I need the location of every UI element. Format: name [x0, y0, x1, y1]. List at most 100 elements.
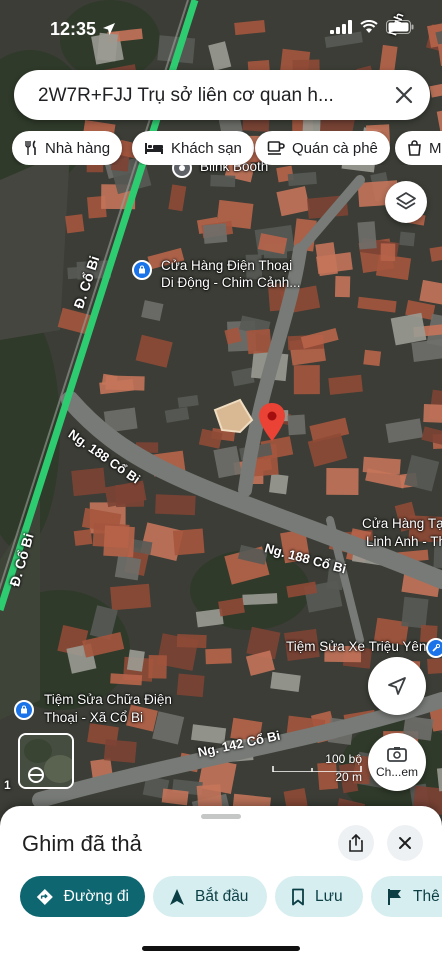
my-location-button[interactable]	[368, 657, 426, 715]
bed-icon	[145, 143, 163, 154]
place-label-linh-anh-2[interactable]: Linh Anh - Thôn	[366, 534, 442, 550]
chip-shopping-label: Mu	[429, 139, 442, 157]
close-icon	[399, 837, 411, 849]
thumbnail-image	[20, 735, 72, 787]
roof-shape	[380, 243, 396, 262]
roof-shape	[110, 673, 143, 686]
place-label-trieu-yen[interactable]: Tiệm Sửa Xe Triệu Yên	[286, 639, 426, 655]
place-label-phone-store-1[interactable]: Cửa Hàng Điện Thoại	[161, 258, 292, 274]
chip-hotels[interactable]: Khách sạn	[132, 131, 254, 165]
sheet-close-button[interactable]	[387, 825, 423, 861]
roof-shape	[155, 494, 196, 516]
search-query[interactable]: 2W7R+FJJ Trụ sở liên cơ quan h...	[38, 85, 368, 107]
roof-shape	[399, 231, 416, 247]
sheet-drag-handle[interactable]	[201, 814, 241, 819]
street-view-label: Ch...em	[375, 765, 418, 779]
directions-button[interactable]: Đường đi	[20, 876, 145, 917]
close-icon[interactable]	[390, 81, 418, 109]
roof-shape	[110, 583, 151, 611]
shopping-bag-icon	[139, 265, 145, 274]
roof-shape	[114, 555, 142, 581]
wifi-icon	[360, 20, 378, 33]
roof-shape	[172, 528, 205, 556]
roof-shape	[357, 221, 377, 250]
roof-shape	[363, 349, 382, 367]
bookmark-icon	[292, 888, 304, 905]
place-label-phone-store-2[interactable]: Di Động - Chim Cảnh...	[161, 275, 301, 291]
category-chips: Nhà hàng Khách sạn Quán cà phê Mu	[12, 131, 442, 165]
search-bar[interactable]: 2W7R+FJJ Trụ sở liên cơ quan h...	[14, 70, 430, 120]
scale-bar: 100 bộ 20 m	[272, 752, 362, 784]
street-view-thumbnail[interactable]	[18, 733, 74, 789]
roof-shape	[73, 529, 93, 546]
chip-hotels-label: Khách sạn	[171, 139, 242, 157]
roof-shape	[423, 404, 442, 424]
layers-icon	[396, 192, 416, 210]
chip-shopping[interactable]: Mu	[395, 131, 442, 165]
trieu-yen-pin[interactable]	[426, 638, 442, 658]
place-label-repair-1[interactable]: Tiệm Sửa Chữa Điện	[44, 692, 172, 708]
battery-icon	[386, 20, 414, 34]
save-label: Lưu	[315, 887, 343, 905]
roof-shape	[65, 214, 85, 234]
shopping-bag-icon	[408, 140, 421, 156]
roof-shape	[103, 525, 135, 558]
layers-button[interactable]	[385, 181, 427, 223]
directions-label: Đường đi	[63, 887, 129, 905]
cellular-signal-icon	[330, 20, 352, 34]
chip-cafes[interactable]: Quán cà phê	[255, 131, 390, 165]
phone-store-pin[interactable]	[132, 260, 152, 280]
roof-shape	[287, 414, 306, 436]
wrench-icon	[432, 643, 441, 652]
share-button[interactable]	[338, 825, 374, 861]
roof-shape	[126, 649, 145, 672]
navigation-arrow-icon	[170, 888, 184, 905]
roof-shape	[176, 673, 205, 698]
roof-shape	[362, 456, 401, 475]
roof-shape	[326, 468, 359, 496]
roof-shape	[176, 633, 207, 649]
roof-shape	[148, 655, 167, 679]
place-label-linh-anh-1[interactable]: Cửa Hàng Tạ	[362, 516, 442, 532]
home-indicator	[142, 946, 300, 951]
status-bar: 12:35	[0, 0, 442, 60]
roof-shape	[101, 373, 118, 387]
dropped-pin-icon[interactable]	[259, 403, 285, 441]
roof-shape	[293, 365, 320, 395]
roof-shape	[195, 608, 224, 628]
fork-knife-icon	[25, 140, 36, 155]
street-view-button[interactable]: Ch...em	[368, 733, 426, 791]
roof-shape	[427, 656, 442, 674]
roof-shape	[390, 312, 427, 346]
repair-shop-pin[interactable]	[14, 700, 34, 720]
status-icons	[330, 20, 414, 34]
place-label-repair-2[interactable]: Thoại - Xã Cổ Bi	[44, 710, 143, 726]
chip-restaurants-label: Nhà hàng	[45, 139, 111, 157]
shopping-bag-icon	[21, 705, 27, 714]
roof-shape	[287, 171, 317, 187]
roof-shape	[103, 739, 137, 763]
directions-icon	[36, 888, 53, 905]
start-button[interactable]: Bắt đầu	[153, 876, 267, 917]
start-label: Bắt đầu	[195, 887, 249, 905]
roof-shape	[401, 596, 429, 629]
roof-shape	[328, 374, 363, 395]
status-time: 12:35	[50, 19, 97, 39]
roof-shape	[202, 223, 228, 244]
add-label-button[interactable]: Thê	[371, 876, 442, 917]
scale-bottom-label: 20 m	[335, 770, 362, 784]
location-arrow-icon	[103, 23, 115, 35]
navigation-arrow-icon	[388, 677, 406, 695]
bottom-sheet[interactable]: Ghim đã thả Đường đi Bắt đầu Lưu Thê	[0, 806, 442, 960]
scale-top-label: 100 bộ	[325, 752, 362, 766]
add-label-label: Thê	[413, 887, 440, 905]
flag-icon	[388, 888, 401, 905]
roof-shape	[210, 174, 236, 188]
roof-shape	[242, 593, 278, 606]
roof-shape	[71, 467, 107, 497]
save-button[interactable]: Lưu	[275, 876, 363, 917]
roof-shape	[246, 328, 272, 355]
camera-rotate-icon	[387, 747, 407, 762]
chip-restaurants[interactable]: Nhà hàng	[12, 131, 123, 165]
road-label-bottom-left: 1	[4, 778, 11, 792]
